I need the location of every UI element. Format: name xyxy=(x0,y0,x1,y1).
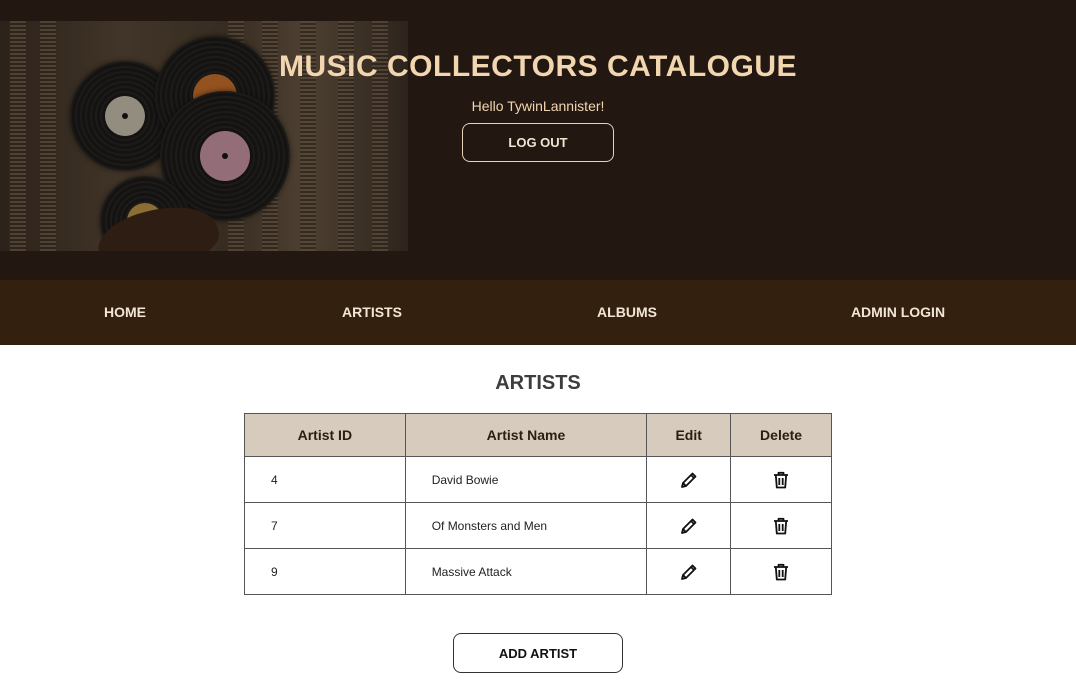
logout-button[interactable]: LOG OUT xyxy=(462,123,614,162)
nav-item-albums[interactable]: ALBUMS xyxy=(597,280,657,345)
column-header-edit: Edit xyxy=(646,413,732,457)
site-title: MUSIC COLLECTORS CATALOGUE xyxy=(279,50,797,83)
trash-icon[interactable] xyxy=(771,562,791,582)
delete-cell xyxy=(730,502,832,549)
artist-id-cell: 4 xyxy=(244,456,406,503)
site-header: MUSIC COLLECTORS CATALOGUE Hello TywinLa… xyxy=(0,0,1076,280)
table-row: 9 Massive Attack xyxy=(244,548,832,595)
edit-cell xyxy=(646,502,732,549)
table-row: 4 David Bowie xyxy=(244,456,832,503)
nav-item-home[interactable]: HOME xyxy=(104,280,146,345)
page-title: ARTISTS xyxy=(495,372,581,394)
column-header-artist-name: Artist Name xyxy=(404,413,648,457)
pencil-icon[interactable] xyxy=(679,562,699,582)
table-row: 7 Of Monsters and Men xyxy=(244,502,832,549)
artists-table: Artist ID Artist Name Edit Delete 4 Davi… xyxy=(244,413,832,595)
user-greeting: Hello TywinLannister! xyxy=(471,98,605,114)
edit-cell xyxy=(646,456,732,503)
artist-id-cell: 9 xyxy=(244,548,406,595)
artist-name-cell: Massive Attack xyxy=(404,548,648,595)
table-header-row: Artist ID Artist Name Edit Delete xyxy=(244,413,832,457)
add-artist-button[interactable]: ADD ARTIST xyxy=(453,633,623,673)
artist-name-cell: Of Monsters and Men xyxy=(404,502,648,549)
delete-cell xyxy=(730,548,832,595)
main-nav: HOME ARTISTS ALBUMS ADMIN LOGIN xyxy=(0,280,1076,345)
nav-item-admin-login[interactable]: ADMIN LOGIN xyxy=(851,280,945,345)
delete-cell xyxy=(730,456,832,503)
column-header-delete: Delete xyxy=(730,413,832,457)
trash-icon[interactable] xyxy=(771,516,791,536)
nav-item-artists[interactable]: ARTISTS xyxy=(342,280,402,345)
artist-name-cell: David Bowie xyxy=(404,456,648,503)
artist-id-cell: 7 xyxy=(244,502,406,549)
column-header-artist-id: Artist ID xyxy=(244,413,406,457)
edit-cell xyxy=(646,548,732,595)
pencil-icon[interactable] xyxy=(679,470,699,490)
pencil-icon[interactable] xyxy=(679,516,699,536)
trash-icon[interactable] xyxy=(771,470,791,490)
